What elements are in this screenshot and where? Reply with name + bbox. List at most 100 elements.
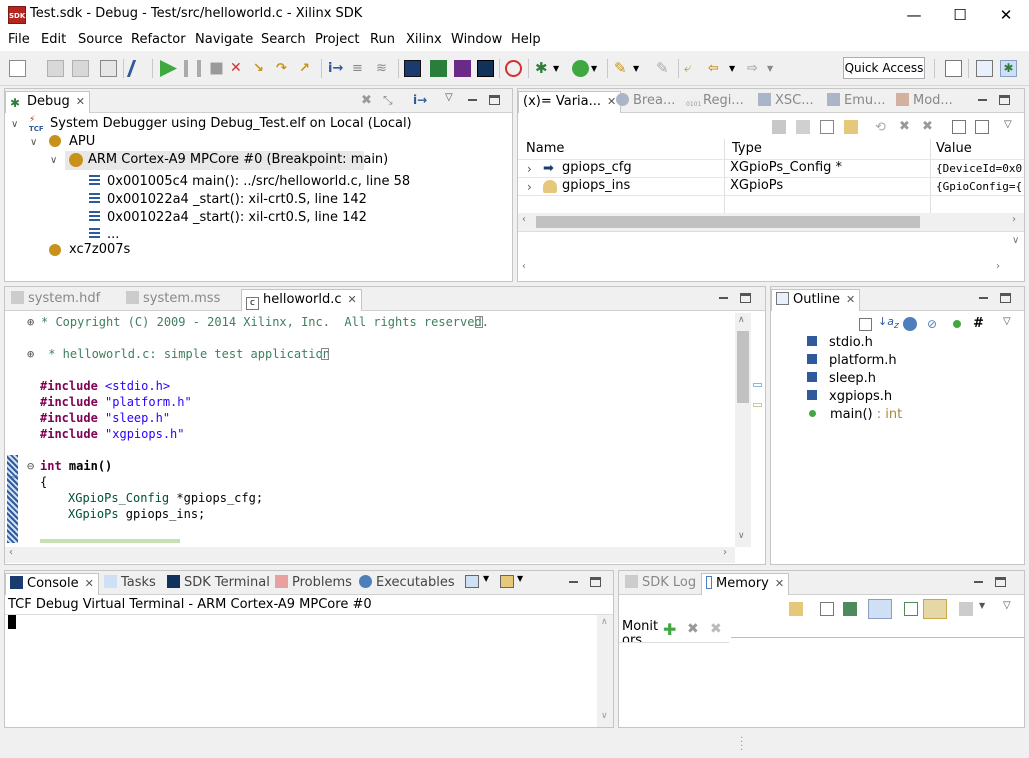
step-filter-icon[interactable]: ≋ xyxy=(376,60,393,77)
minimize-icon[interactable] xyxy=(467,94,479,105)
tab-system-mss[interactable]: system.mss xyxy=(122,289,224,311)
back-icon[interactable]: ⇦ xyxy=(708,60,725,77)
tree-apu-label[interactable]: APU xyxy=(69,133,95,151)
external-tools-icon[interactable]: ✎ xyxy=(614,60,631,77)
minimize-icon[interactable] xyxy=(568,576,580,587)
hide-nonpublic-icon[interactable] xyxy=(953,320,961,328)
collapse-all-icon[interactable] xyxy=(859,318,872,331)
close-icon[interactable]: ✕ xyxy=(76,95,85,108)
expand-chevron-icon[interactable]: ∨ xyxy=(11,116,18,134)
tree-device-label[interactable]: xc7z007s xyxy=(69,241,130,259)
remove-all-terminated-icon[interactable]: ✖ xyxy=(361,93,375,108)
view-menu-icon[interactable]: ▽ xyxy=(1004,119,1012,130)
outline-item-platform[interactable]: platform.h xyxy=(829,353,897,368)
debug-config-icon[interactable] xyxy=(505,60,522,77)
maximize-icon[interactable] xyxy=(1000,293,1011,303)
maximize-icon[interactable] xyxy=(590,577,601,587)
save-all-icon[interactable] xyxy=(72,60,89,77)
remove-all-monitors-icon[interactable]: ✖ xyxy=(710,621,722,637)
terminate-icon[interactable] xyxy=(210,62,223,75)
code-line-ins[interactable]: XGpioPs gpiops_ins; xyxy=(68,507,205,521)
column-name[interactable]: Name xyxy=(526,141,564,156)
menu-xilinx[interactable]: Xilinx xyxy=(406,32,442,47)
stack-frame-more[interactable]: ... xyxy=(107,227,119,242)
outline-item-xgpiops[interactable]: xgpiops.h xyxy=(829,389,892,404)
tab-problems[interactable]: Problems xyxy=(271,573,356,595)
close-icon[interactable]: ✕ xyxy=(85,577,94,590)
var-name[interactable]: gpiops_cfg xyxy=(562,160,632,175)
skip-breakpoints-icon[interactable] xyxy=(126,60,151,77)
tree-launch-label[interactable]: System Debugger using Debug_Test.elf on … xyxy=(50,115,412,133)
var-value[interactable]: {DeviceId=0x0 xyxy=(936,162,1024,175)
stack-frame-1[interactable]: 0x001005c4 main(): ../src/helloworld.c, … xyxy=(107,174,410,189)
code-line-main[interactable]: int main() xyxy=(40,459,112,473)
hide-fields-icon[interactable] xyxy=(903,317,917,331)
sort-icon[interactable]: ↓az xyxy=(878,315,899,331)
tab-tasks[interactable]: Tasks xyxy=(100,573,160,595)
column-type[interactable]: Type xyxy=(732,141,762,156)
display-console-icon[interactable] xyxy=(465,575,479,588)
scroll-left-icon[interactable]: ‹ xyxy=(522,261,526,272)
minimize-button[interactable]: — xyxy=(891,0,937,30)
layout-icon[interactable] xyxy=(820,120,834,134)
show-types-icon[interactable] xyxy=(796,120,810,134)
tab-helloworld-c[interactable]: c helloworld.c ✕ xyxy=(241,289,362,311)
link-editor-icon[interactable]: # xyxy=(973,316,984,331)
overview-marker[interactable] xyxy=(753,383,762,387)
instruction-stepping-icon[interactable]: i→ xyxy=(413,93,427,107)
outline-item-sleep[interactable]: sleep.h xyxy=(829,371,876,386)
save-icon[interactable] xyxy=(47,60,64,77)
tab-memory[interactable]: Memory ✕ xyxy=(701,573,790,595)
code-line-copyright[interactable]: * Copyright (C) 2009 - 2014 Xilinx, Inc.… xyxy=(41,315,489,329)
expand-chevron-icon[interactable]: › xyxy=(527,162,532,176)
minimize-icon[interactable] xyxy=(718,292,730,303)
close-icon[interactable]: ✕ xyxy=(846,293,855,306)
tab-modules[interactable]: Mod... xyxy=(892,91,957,113)
tab-debug[interactable]: ✱ Debug ✕ xyxy=(5,91,90,113)
include-xgpiops[interactable]: "xgpiops.h" xyxy=(105,427,184,441)
forward-icon[interactable]: ⇨ xyxy=(747,60,764,77)
open-console-dropdown-icon[interactable]: ▼ xyxy=(517,574,523,583)
minimize-icon[interactable] xyxy=(978,292,990,303)
overview-marker[interactable] xyxy=(753,403,762,407)
add-monitor-icon[interactable]: ✚ xyxy=(663,620,676,639)
folded-marker[interactable] xyxy=(321,348,329,360)
cpp-perspective-icon[interactable] xyxy=(976,60,993,77)
pen-icon[interactable]: ✎ xyxy=(656,60,673,77)
fold-plus-icon[interactable]: ⊕ xyxy=(27,315,34,329)
refresh-icon[interactable] xyxy=(844,120,858,134)
toggle-monitors-icon[interactable] xyxy=(904,602,918,616)
stack-frame-3[interactable]: 0x001022a4 _start(): xil-crt0.S, line 14… xyxy=(107,210,367,225)
tab-sdk-terminal[interactable]: SDK Terminal xyxy=(163,573,274,595)
connect-icon[interactable]: ⤡ xyxy=(383,93,397,107)
use-step-filters-icon[interactable]: ≡ xyxy=(352,60,369,77)
instruction-step-icon[interactable]: i→ xyxy=(328,60,345,77)
tab-emulation[interactable]: Emu... xyxy=(823,91,890,113)
code-line-brace[interactable]: { xyxy=(40,475,47,489)
menu-help[interactable]: Help xyxy=(511,32,541,47)
step-return-icon[interactable]: ↗ xyxy=(299,60,316,77)
collapse-all-icon[interactable] xyxy=(772,120,786,134)
minimize-icon[interactable] xyxy=(977,94,989,105)
close-button[interactable]: ✕ xyxy=(983,0,1029,30)
tree-core-label[interactable]: ARM Cortex-A9 MPCore #0 (Breakpoint: mai… xyxy=(88,151,388,169)
menu-search[interactable]: Search xyxy=(261,32,306,47)
step-into-icon[interactable]: ↘ xyxy=(253,60,270,77)
view-menu-icon[interactable]: ▽ xyxy=(1003,600,1011,611)
expand-chevron-icon[interactable]: › xyxy=(527,180,532,194)
fold-plus-icon[interactable]: ⊕ xyxy=(27,347,34,361)
status-bar-grip[interactable]: · · · · xyxy=(740,734,743,756)
code-line-cfg[interactable]: XGpioPs_Config *gpiops_cfg; xyxy=(68,491,263,505)
view-menu-icon[interactable]: ▽ xyxy=(1003,316,1011,327)
maximize-icon[interactable] xyxy=(999,95,1010,105)
run-icon[interactable] xyxy=(572,60,589,77)
expand-chevron-icon[interactable]: ∨ xyxy=(30,134,37,152)
terminal-cursor[interactable] xyxy=(8,615,16,629)
include-sleep[interactable]: "sleep.h" xyxy=(105,411,170,425)
run-dropdown-icon[interactable]: ▼ xyxy=(591,60,608,77)
tab-breakpoints[interactable]: Brea... xyxy=(612,91,679,113)
menu-edit[interactable]: Edit xyxy=(41,32,66,47)
remove-monitor-icon[interactable]: ✖ xyxy=(687,621,699,637)
tab-variables[interactable]: (x)= Varia... ✕ xyxy=(518,91,622,113)
reset-icon[interactable] xyxy=(789,602,803,616)
